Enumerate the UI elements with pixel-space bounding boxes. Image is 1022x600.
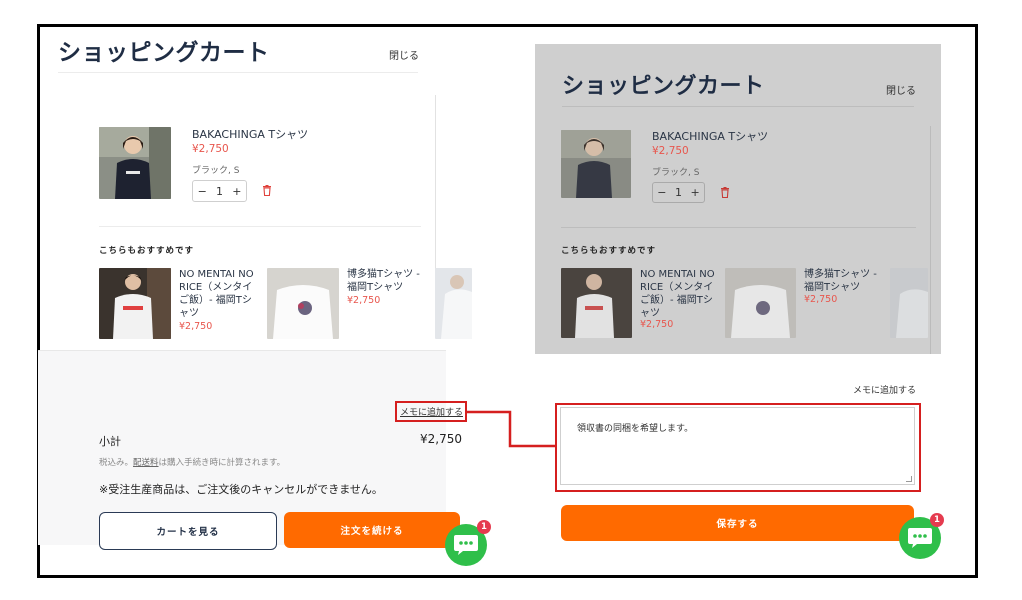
divider — [99, 226, 421, 227]
recommend-item-image[interactable] — [725, 268, 796, 338]
recommend-item-image[interactable] — [890, 268, 928, 338]
recommend-item-image[interactable] — [267, 268, 339, 339]
highlight-box-memo-link — [395, 401, 467, 422]
divider — [58, 72, 418, 73]
recommend-item-name[interactable]: NO MENTAI NO RICE（メンタイご飯）- 福岡Tシャツ — [640, 268, 720, 320]
view-cart-button[interactable]: カートを見る — [99, 512, 277, 550]
recommend-item-price: ¥2,750 — [179, 321, 213, 332]
save-button[interactable]: 保存する — [561, 505, 914, 541]
increment-button[interactable]: + — [691, 186, 700, 199]
decrement-button[interactable]: − — [657, 186, 666, 199]
cart-item-variant: ブラック, S — [652, 168, 700, 178]
recommend-item-price: ¥2,750 — [804, 294, 838, 305]
recommend-item-image[interactable] — [435, 268, 472, 339]
recommend-heading: こちらもおすすめです — [561, 246, 657, 256]
page-title: ショッピングカート — [562, 74, 765, 99]
subtotal-value: ¥2,750 — [420, 432, 462, 446]
cancellation-notice: ※受注生産商品は、ご注文後のキャンセルができません。 — [99, 483, 383, 496]
recommend-heading: こちらもおすすめです — [99, 246, 195, 256]
close-button[interactable]: 閉じる — [886, 82, 916, 97]
cart-item-price: ¥2,750 — [192, 143, 229, 155]
increment-button[interactable]: + — [232, 185, 241, 198]
chat-badge: 1 — [930, 513, 944, 527]
trash-icon[interactable] — [720, 187, 730, 198]
recommend-item-name[interactable]: 博多猫Tシャツ - 福岡Tシャツ — [347, 268, 425, 294]
divider — [561, 227, 916, 228]
cart-item-name[interactable]: BAKACHINGA Tシャツ — [192, 126, 308, 142]
cart-item-price: ¥2,750 — [652, 145, 689, 157]
divider — [562, 106, 914, 107]
cart-item-variant: ブラック, S — [192, 166, 240, 176]
recommend-item-image[interactable] — [99, 268, 171, 339]
page-title: ショッピングカート — [58, 40, 270, 66]
chat-badge: 1 — [477, 520, 491, 534]
recommend-item-image[interactable] — [561, 268, 632, 338]
add-memo-link[interactable]: メモに追加する — [853, 383, 916, 396]
quantity-stepper: − 1 + — [192, 180, 247, 202]
tax-note: 税込み。配送料は購入手続き時に計算されます。 — [99, 458, 286, 468]
quantity-value[interactable]: 1 — [216, 185, 223, 198]
close-button[interactable]: 閉じる — [389, 47, 419, 62]
scrollbar-track[interactable] — [930, 126, 931, 354]
checkout-button[interactable]: 注文を続ける — [284, 512, 460, 548]
chat-icon — [908, 528, 932, 548]
cart-item-image[interactable] — [561, 130, 631, 198]
quantity-stepper: − 1 + — [652, 182, 705, 203]
cart-item-image[interactable] — [99, 127, 171, 199]
recommend-item-name[interactable]: 博多猫Tシャツ - 福岡Tシャツ — [804, 268, 882, 294]
recommend-item-price: ¥2,750 — [640, 319, 674, 330]
highlight-box-memo-field — [555, 403, 921, 492]
recommend-item-name[interactable]: NO MENTAI NO RICE（メンタイご飯）- 福岡Tシャツ — [179, 268, 261, 320]
chat-icon — [454, 535, 478, 555]
trash-icon[interactable] — [262, 185, 272, 196]
cart-item-name[interactable]: BAKACHINGA Tシャツ — [652, 128, 768, 144]
quantity-value[interactable]: 1 — [675, 186, 682, 199]
subtotal-label: 小計 — [99, 435, 121, 448]
shipping-link[interactable]: 配送料 — [133, 458, 159, 468]
decrement-button[interactable]: − — [198, 185, 207, 198]
recommend-item-price: ¥2,750 — [347, 295, 381, 306]
